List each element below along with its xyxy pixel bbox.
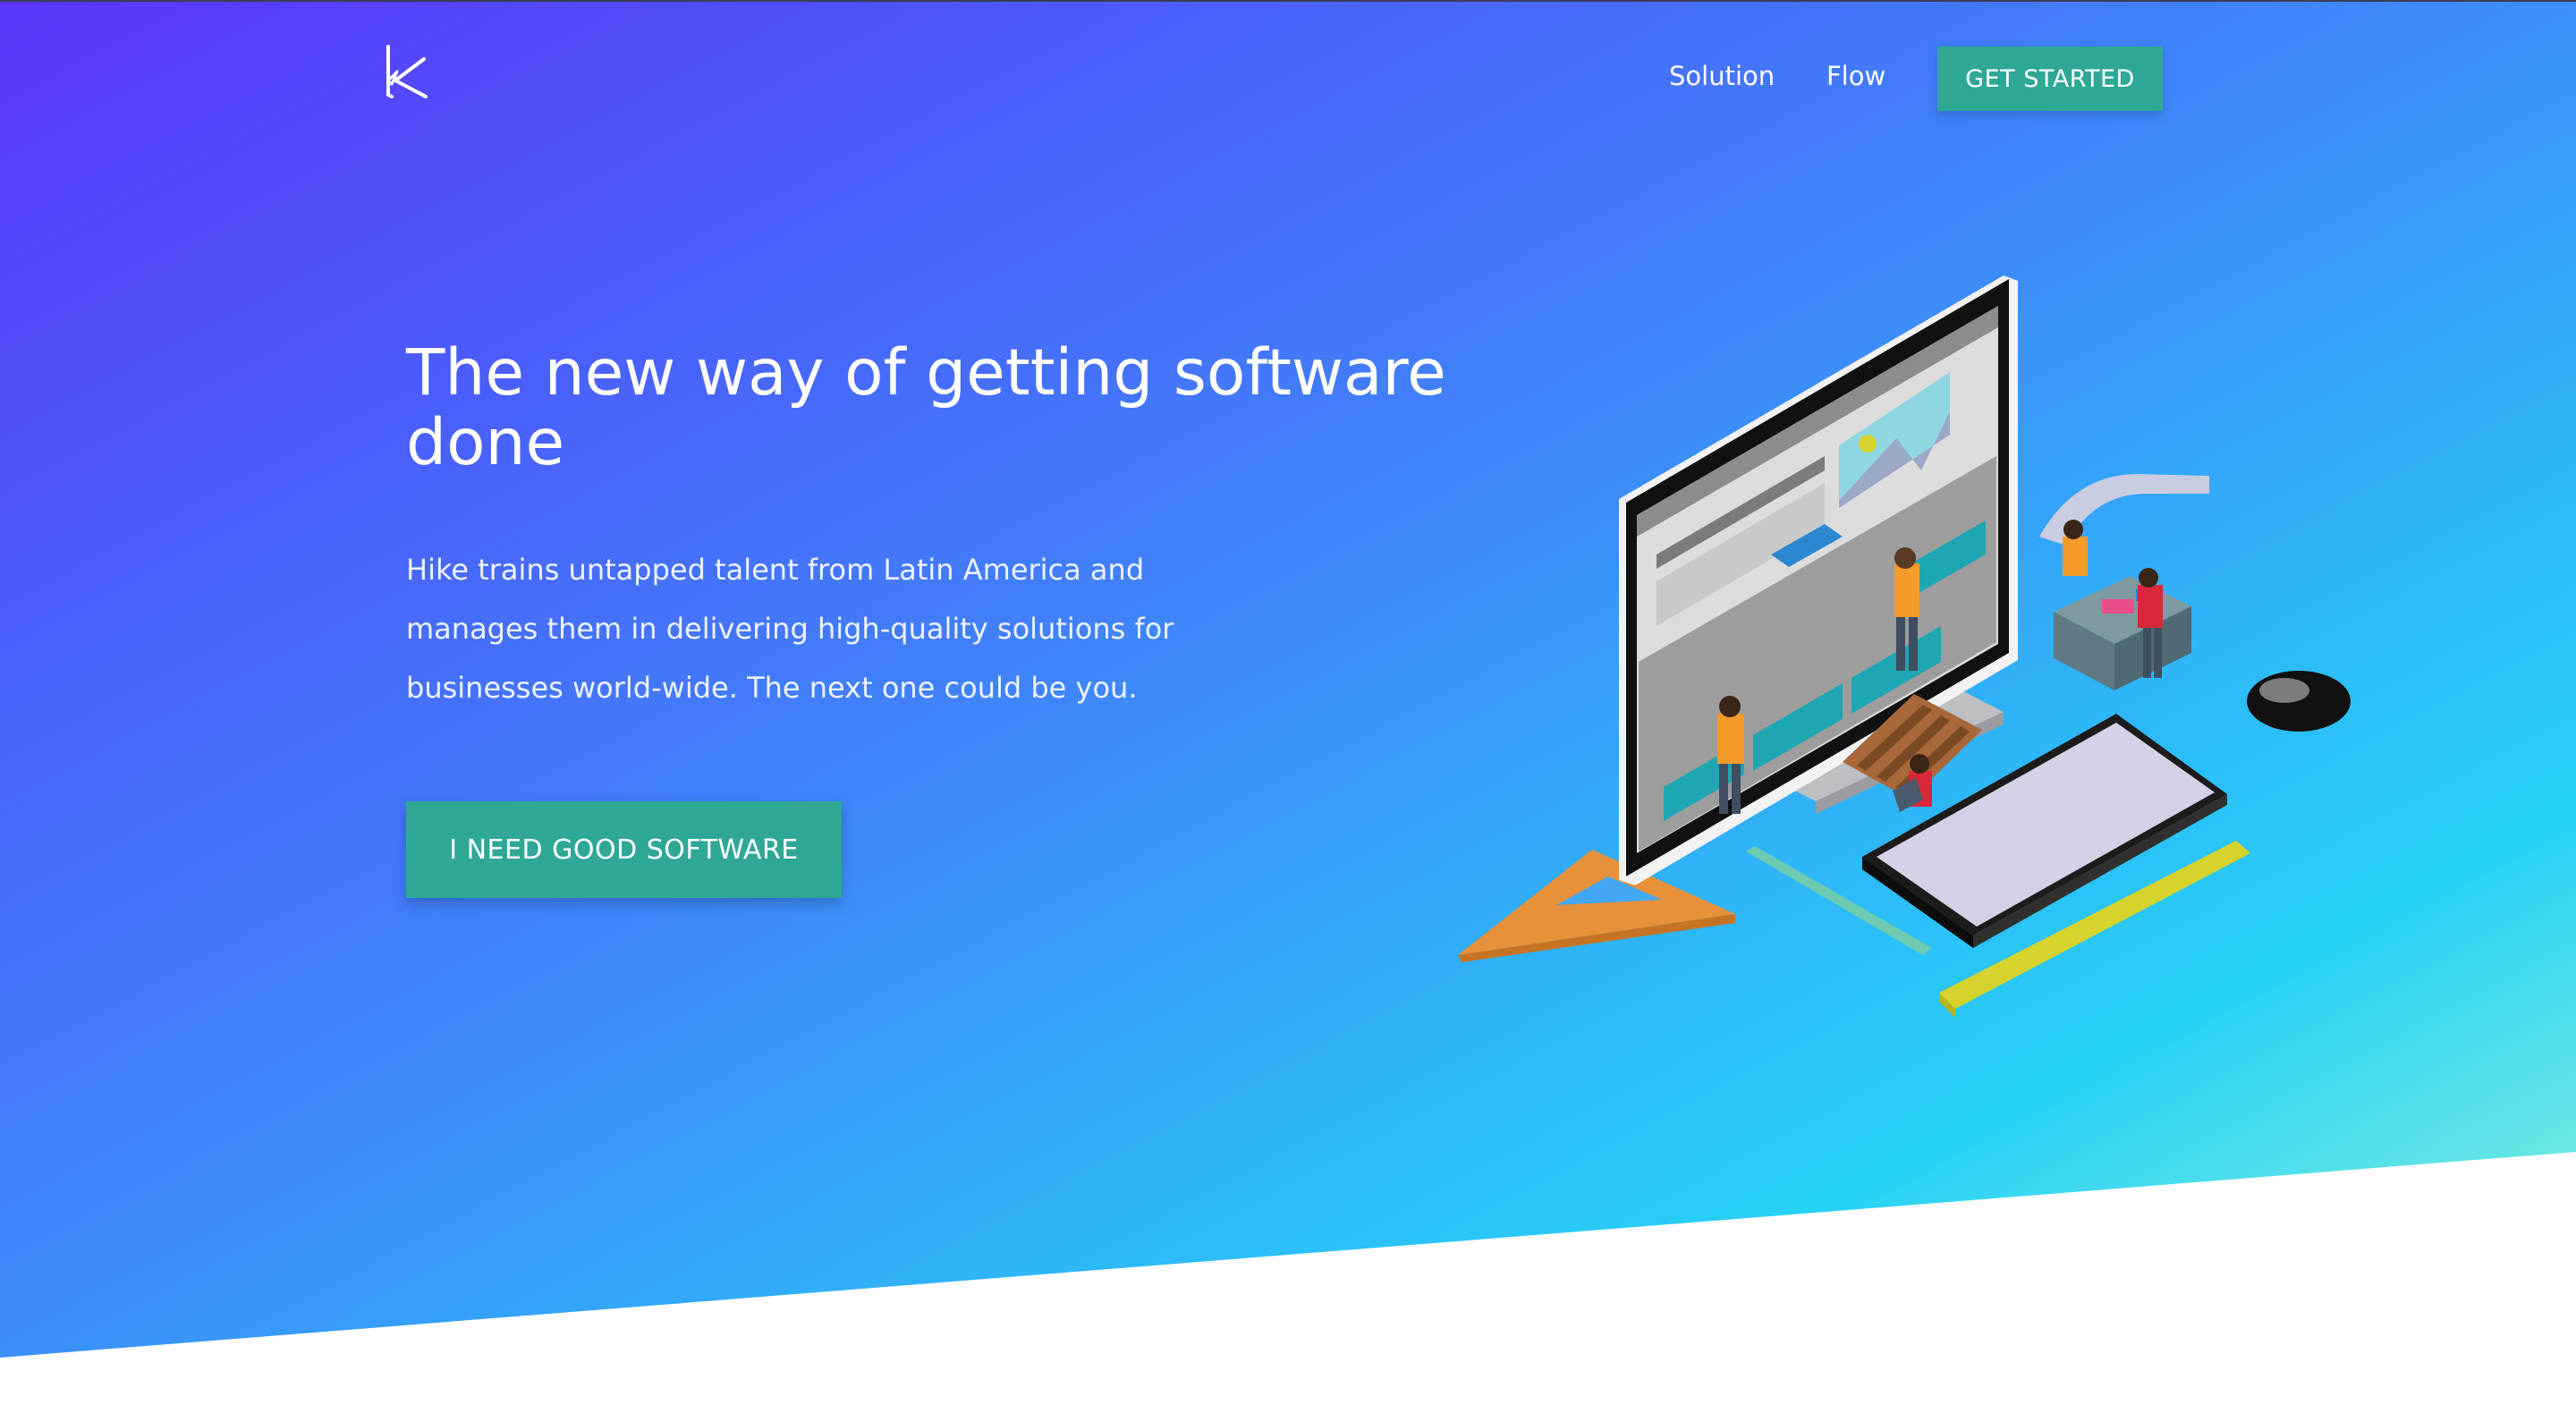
isometric-computer-workshop-illustration (1449, 259, 2361, 1046)
nav-link-flow[interactable]: Flow (1826, 61, 1885, 91)
hike-logo-icon[interactable] (383, 45, 431, 98)
nav-link-solution[interactable]: Solution (1669, 61, 1775, 91)
hero-title: The new way of getting software done (406, 335, 1446, 479)
get-started-button[interactable]: GET STARTED (1937, 47, 2163, 111)
hero-description: Hike trains untapped talent from Latin A… (406, 553, 1174, 705)
window-top-edge (0, 0, 2576, 2)
need-good-software-button[interactable]: I NEED GOOD SOFTWARE (406, 801, 842, 898)
